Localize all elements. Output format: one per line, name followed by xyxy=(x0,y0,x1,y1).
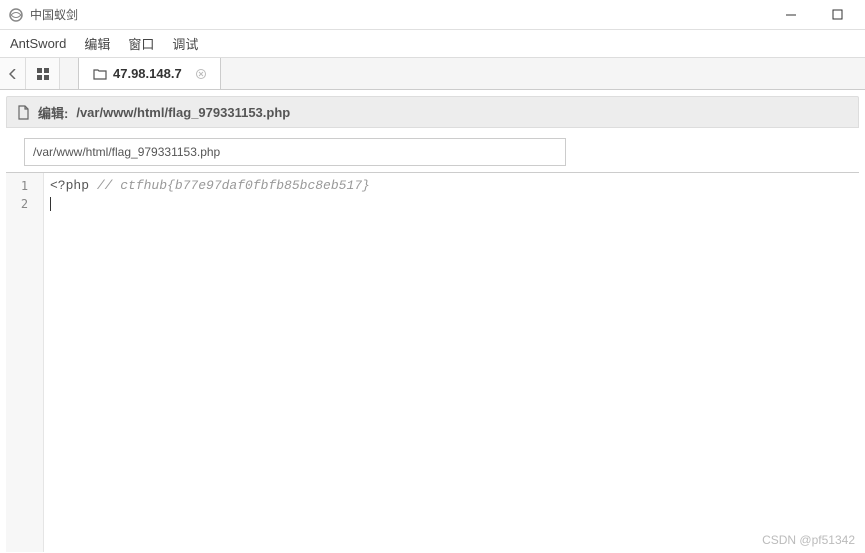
maximize-button[interactable] xyxy=(823,5,851,25)
code-editor[interactable]: 1 2 <?php // ctfhub{b77e97daf0fbfb85bc8e… xyxy=(6,172,859,552)
title-bar: 中国蚁剑 xyxy=(0,0,865,30)
editor-header-path: /var/www/html/flag_979331153.php xyxy=(76,105,290,120)
menu-bar: AntSword 编辑 窗口 调试 xyxy=(0,30,865,58)
menu-debug[interactable]: 调试 xyxy=(172,34,198,53)
line-number: 1 xyxy=(6,177,43,195)
text-cursor xyxy=(50,197,51,211)
line-gutter: 1 2 xyxy=(6,173,44,552)
path-input[interactable] xyxy=(24,138,566,166)
tab-bar: 47.98.148.7 xyxy=(0,58,865,90)
tab-label: 47.98.148.7 xyxy=(113,66,182,81)
menu-window[interactable]: 窗口 xyxy=(128,34,154,53)
tab-host[interactable]: 47.98.148.7 xyxy=(78,58,221,89)
editor-header: 编辑: /var/www/html/flag_979331153.php xyxy=(6,96,859,128)
tab-back-button[interactable] xyxy=(0,58,26,89)
menu-edit[interactable]: 编辑 xyxy=(84,34,110,53)
tab-home-button[interactable] xyxy=(26,58,60,89)
folder-icon xyxy=(93,68,107,80)
code-line xyxy=(50,195,853,213)
window-title: 中国蚁剑 xyxy=(30,6,777,23)
editor-header-prefix: 编辑: xyxy=(38,103,68,122)
path-bar xyxy=(0,128,865,172)
code-token: // ctfhub{b77e97daf0fbfb85bc8eb517} xyxy=(97,178,370,193)
window-controls xyxy=(777,5,857,25)
minimize-button[interactable] xyxy=(777,5,805,25)
code-area[interactable]: <?php // ctfhub{b77e97daf0fbfb85bc8eb517… xyxy=(44,173,859,552)
watermark: CSDN @pf51342 xyxy=(762,533,855,547)
code-line: <?php // ctfhub{b77e97daf0fbfb85bc8eb517… xyxy=(50,177,853,195)
document-icon xyxy=(17,105,30,120)
app-icon xyxy=(8,7,24,23)
code-token: <?php xyxy=(50,178,97,193)
menu-antsword[interactable]: AntSword xyxy=(10,36,66,51)
line-number: 2 xyxy=(6,195,43,213)
tab-close-button[interactable] xyxy=(196,69,206,79)
